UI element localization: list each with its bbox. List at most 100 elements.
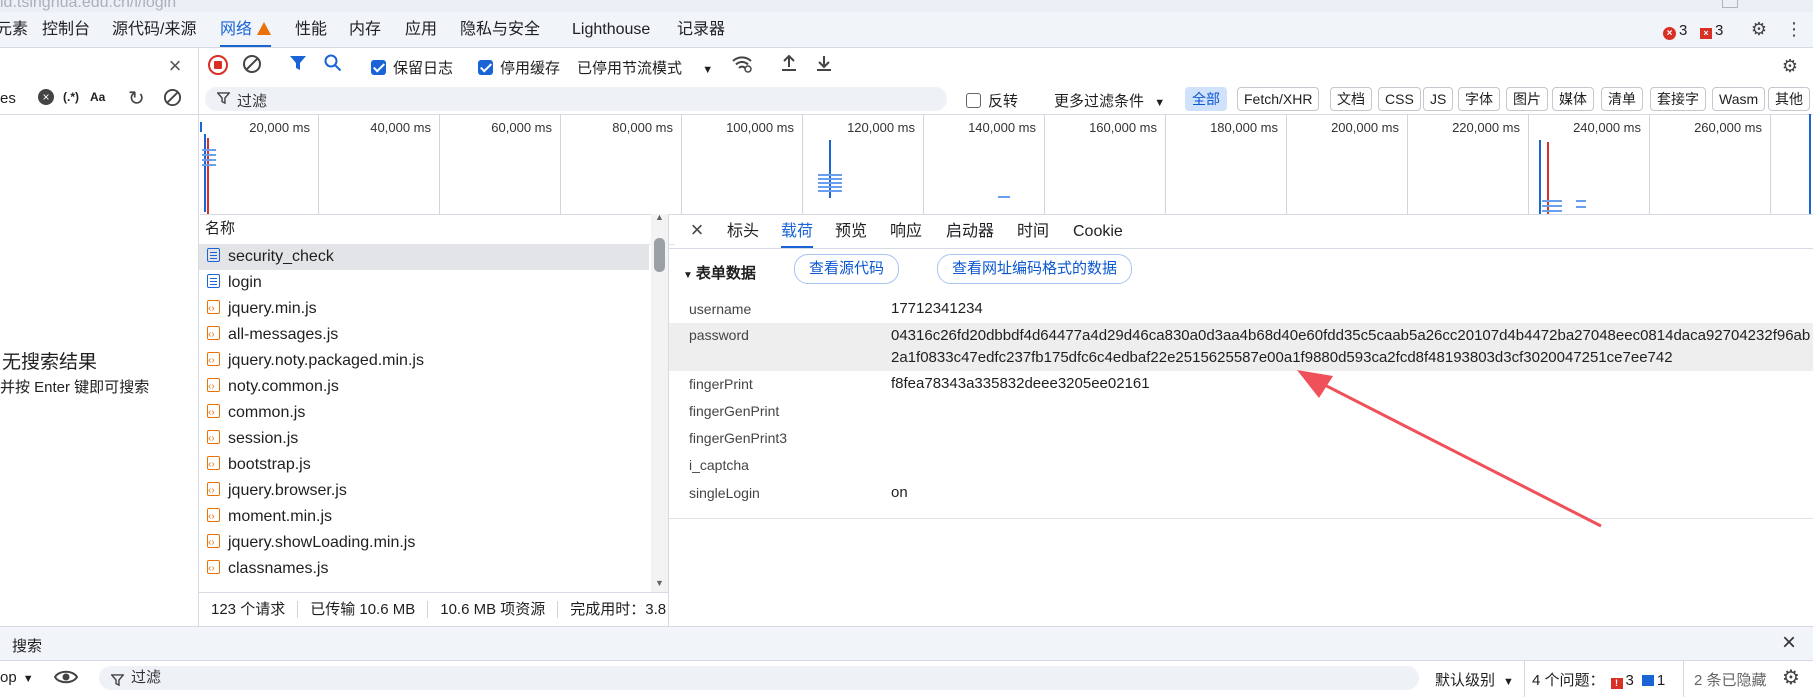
network-timeline-overview[interactable]: 20,000 ms 40,000 ms 60,000 ms 80,000 ms … [200,114,1813,215]
type-filter-img[interactable]: 图片 [1506,87,1548,111]
scroll-thumb[interactable] [654,238,665,272]
tab-console[interactable]: 控制台 [42,12,90,47]
request-row[interactable]: all-messages.js [199,322,649,348]
script-file-icon [207,374,220,400]
section-divider [669,518,1813,519]
network-settings-gear-icon[interactable]: ⚙ [1778,54,1802,78]
request-row[interactable]: jquery.browser.js [199,478,649,504]
settings-gear-icon[interactable]: ⚙ [1747,17,1771,41]
tab-recorder[interactable]: 记录器 [677,12,725,47]
context-selector[interactable]: op ▼ [0,669,34,686]
request-name: jquery.noty.packaged.min.js [228,352,424,369]
issue-error-count: 3 [1625,672,1634,689]
search-query-text[interactable]: es [0,90,16,107]
preserve-log-checkbox[interactable]: 保留日志 [371,57,453,78]
request-row[interactable]: noty.common.js [199,374,649,400]
tab-preview[interactable]: 预览 [835,214,867,248]
tab-headers[interactable]: 标头 [727,214,759,248]
more-options-icon[interactable]: ⋮ [1782,17,1806,41]
type-filter-fetch-xhr[interactable]: Fetch/XHR [1237,87,1320,111]
finish-time: 完成用时：3.8 [557,601,669,618]
type-filter-manifest[interactable]: 清单 [1601,87,1643,111]
tab-initiator[interactable]: 启动器 [946,214,994,248]
url-text: id.tsinghua.edu.cn/i/login [0,0,177,11]
request-name: noty.common.js [228,378,339,395]
filter-input[interactable]: 过滤 [205,87,947,111]
tab-elements[interactable]: 元素 [0,12,28,47]
view-source-button[interactable]: 查看源代码 [794,254,900,284]
window-restore-icon[interactable] [1722,0,1738,8]
log-level-select[interactable]: 默认级别 ▼ [1435,669,1514,690]
tab-lighthouse[interactable]: Lighthouse [572,12,650,47]
view-url-encoded-button[interactable]: 查看网址编码格式的数据 [937,254,1133,284]
filter-icon[interactable] [286,54,310,78]
column-header-name[interactable]: 名称 [199,214,675,245]
form-field-row: fingerGenPrint3 [669,427,1813,451]
console-filter-input[interactable]: 过滤 [99,666,1419,690]
tab-cookies[interactable]: Cookie [1073,214,1123,248]
tab-payload[interactable]: 载荷 [781,214,814,248]
type-filter-doc[interactable]: 文档 [1330,87,1372,111]
regex-toggle[interactable]: (.*) [63,90,79,104]
tab-application[interactable]: 应用 [405,12,437,47]
type-filter-js[interactable]: JS [1423,87,1454,111]
request-row[interactable]: classnames.js [199,556,649,582]
clear-icon[interactable] [240,54,264,78]
import-har-icon[interactable] [777,54,801,78]
drawer-title-search[interactable]: 搜索 [12,635,42,656]
tab-privacy-security[interactable]: 隐私与安全 [460,12,540,47]
tab-memory[interactable]: 内存 [349,12,381,47]
type-filter-css[interactable]: CSS [1378,87,1421,111]
type-filter-all[interactable]: 全部 [1185,87,1227,111]
type-filter-media[interactable]: 媒体 [1552,87,1594,111]
request-name: jquery.browser.js [228,482,347,499]
log-level-label: 默认级别 [1435,672,1496,689]
disable-cache-checkbox[interactable]: 停用缓存 [478,57,560,78]
tab-network[interactable]: 网络 [220,12,272,47]
more-filters-dropdown[interactable]: 更多过滤条件 ▼ [1054,90,1165,111]
tab-response[interactable]: 响应 [890,214,922,248]
issues-counter[interactable]: 4 个问题：! 3 1 [1532,669,1665,690]
request-row[interactable]: jquery.noty.packaged.min.js [199,348,649,374]
network-conditions-icon[interactable] [730,54,754,78]
refresh-icon[interactable]: ↻ [128,86,145,111]
script-file-icon [207,348,220,374]
type-filter-other[interactable]: 其他 [1768,87,1810,111]
scroll-up-icon[interactable]: ▲ [655,212,664,222]
checkbox-checked-icon [371,60,386,75]
match-case-toggle[interactable]: Aa [90,90,105,104]
form-data-section-toggle[interactable]: ▼ 表单数据 [683,262,756,283]
close-detail-icon[interactable]: × [685,218,709,242]
request-row[interactable]: jquery.min.js [199,296,649,322]
scroll-down-icon[interactable]: ▼ [655,578,664,588]
type-filter-font[interactable]: 字体 [1458,87,1500,111]
request-row[interactable]: session.js [199,426,649,452]
close-search-icon[interactable]: × [163,54,187,78]
live-expression-eye-icon[interactable] [53,668,79,690]
request-row[interactable]: bootstrap.js [199,452,649,478]
error-count-badge[interactable]: × 3 [1663,22,1687,40]
type-filter-socket[interactable]: 套接字 [1650,87,1706,111]
export-har-icon[interactable] [812,54,836,78]
request-row[interactable]: jquery.showLoading.min.js [199,530,649,556]
console-settings-gear-icon[interactable]: ⚙ [1782,665,1800,690]
tab-sources[interactable]: 源代码/来源 [112,12,196,47]
throttling-select[interactable]: 已停用节流模式 ▼ [577,57,713,78]
request-row[interactable]: common.js [199,400,649,426]
issue-count-badge[interactable]: × 3 [1700,22,1723,39]
type-filter-wasm[interactable]: Wasm [1712,87,1766,111]
tab-timing[interactable]: 时间 [1017,214,1049,248]
tab-performance[interactable]: 性能 [295,12,327,47]
list-scrollbar[interactable]: ▲ ▼ [651,212,669,592]
request-row[interactable]: login [199,270,649,296]
request-row[interactable]: moment.min.js [199,504,649,530]
clear-search-icon[interactable]: × [38,89,54,105]
record-stop-icon[interactable] [206,54,230,78]
search-icon[interactable] [321,54,345,78]
request-row[interactable]: security_check [199,244,649,270]
close-drawer-icon[interactable]: × [1782,629,1796,657]
invert-checkbox[interactable]: 反转 [966,90,1018,111]
chevron-down-icon: ▼ [22,673,34,685]
cancel-search-icon[interactable] [163,88,182,111]
form-field-row: password 04316c26fd20dbbdf4d64477a4d29d4… [669,323,1813,371]
